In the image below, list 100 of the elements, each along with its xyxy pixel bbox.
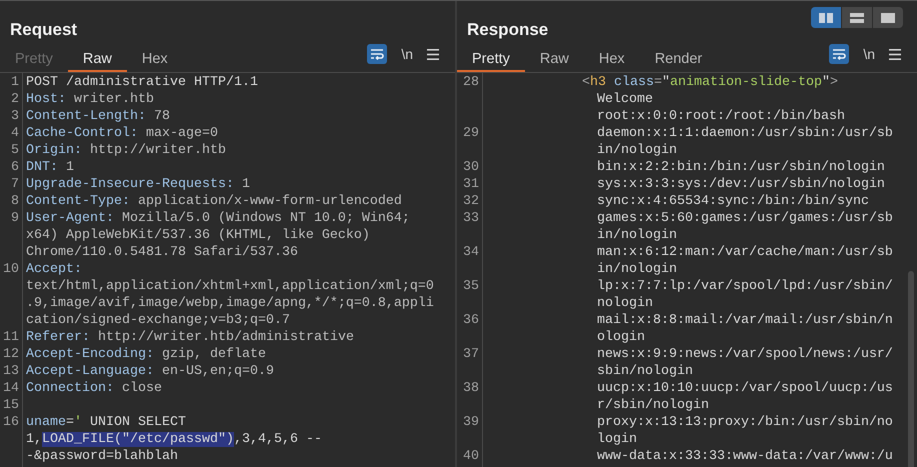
code-text: Accept-Language:: [26, 364, 154, 379]
code-text: ': [74, 415, 82, 430]
line-number: 30: [462, 159, 479, 176]
code-text: daemon:x:1:1:daemon:/usr/sbin:/usr/sb: [597, 126, 893, 141]
word-wrap-icon: [832, 48, 846, 60]
line-number: 12: [2, 346, 19, 363]
code-text: Chrome/110.0.5481.78 Safari/537.36: [26, 245, 298, 260]
line-number: 10: [2, 261, 19, 278]
code-text: Accept-Encoding:: [26, 347, 154, 362]
code-text: www-data:x:33:33:www-data:/var/www:/u: [597, 449, 893, 464]
line-number: 34: [462, 244, 479, 261]
code-text: http://writer.htb: [88, 143, 226, 158]
line-number: 9: [10, 210, 19, 227]
code-text: animation-slide-top: [670, 75, 822, 90]
line-number: 11: [2, 329, 19, 346]
line-number: 4: [10, 125, 19, 142]
code-text: lp:x:7:7:lp:/var/spool/lpd:/usr/sbin/: [597, 279, 893, 294]
code-text: DNT:: [26, 160, 58, 175]
line-number: 5: [10, 142, 19, 159]
code-text: =: [654, 75, 662, 90]
code-text: uname: [26, 415, 66, 430]
code-text: <: [582, 75, 590, 90]
code-text: class: [612, 75, 654, 90]
code-text: uucp:x:10:10:uucp:/var/spool/uucp:/us: [597, 381, 893, 396]
panel-title: Response: [467, 19, 548, 41]
line-number: 39: [462, 414, 479, 431]
line-number: 13: [2, 363, 19, 380]
code-text: text/html,application/xhtml+xml,application/xml;q=0: [26, 279, 434, 294]
line-number: 6: [10, 159, 19, 176]
menu-icon[interactable]: [427, 47, 441, 61]
code-text: in/nologin: [597, 143, 677, 158]
code-text: root:x:0:0:root:/root:/bin/bash: [597, 109, 845, 124]
code-text: writer.htb: [72, 92, 154, 107]
code-text: Mozilla/5.0 (Windows NT 10.0; Win64;: [120, 211, 410, 226]
code-text: gzip, deflate: [160, 347, 266, 362]
line-number: 16: [2, 414, 19, 431]
line-number: 36: [462, 312, 479, 329]
line-number: 7: [10, 176, 19, 193]
side-by-side-layout-icon: [819, 12, 833, 22]
line-number: 28: [462, 74, 479, 91]
tab[interactable]: Raw: [68, 47, 127, 72]
code-text: application/x-www-form-urlencoded: [136, 194, 402, 209]
line-number: 38: [462, 380, 479, 397]
single-pane-icon: [881, 12, 895, 22]
code-text: Origin:: [26, 143, 82, 158]
code-text: in/nologin: [597, 228, 677, 243]
code-text: 1: [64, 160, 74, 175]
code-text: =: [66, 415, 74, 430]
newline-toggle[interactable]: \n: [399, 44, 415, 64]
line-number: 29: [462, 125, 479, 142]
code-text: ,3,4,5,6 --: [234, 432, 322, 447]
line-number: 3: [10, 108, 19, 125]
menu-icon[interactable]: [889, 47, 903, 61]
code-text: sync:x:4:65534:sync:/bin:/bin/sync: [597, 194, 869, 209]
code-text: Cache-Control:: [26, 126, 138, 141]
code-text: nologin: [597, 296, 653, 311]
layout-toggle-button[interactable]: [842, 7, 872, 28]
word-wrap-toggle[interactable]: [367, 44, 388, 64]
line-number: 2: [10, 91, 19, 108]
stacked-layout-icon: [850, 12, 864, 22]
code-text: in/nologin: [597, 262, 677, 277]
code-text: UNION SELECT: [88, 415, 186, 430]
code-text: Referer:: [26, 330, 90, 345]
code-text: h3: [590, 75, 606, 90]
layout-toggle-button[interactable]: [873, 7, 903, 28]
code-text: games:x:5:60:games:/usr/games:/usr/sb: [597, 211, 893, 226]
layout-toggle-button[interactable]: [811, 7, 841, 28]
code-text: ": [662, 75, 670, 90]
line-number: 8: [10, 193, 19, 210]
code-text: proxy:x:13:13:proxy:/bin:/usr/sbin/no: [597, 415, 893, 430]
tab[interactable]: Hex: [584, 47, 640, 72]
tab[interactable]: Hex: [126, 47, 183, 72]
code-text: Content-Length:: [26, 109, 146, 124]
code-text: login: [597, 432, 637, 447]
tab[interactable]: Render: [640, 47, 718, 72]
word-wrap-toggle[interactable]: [829, 44, 850, 64]
line-number: 33: [462, 210, 479, 227]
line-number: 15: [2, 397, 19, 414]
code-text: -&password=blahblah: [26, 449, 178, 464]
code-text: news:x:9:9:news:/var/spool/news:/usr/: [597, 347, 893, 362]
code-text: >: [830, 75, 838, 90]
code-text: Host:: [26, 92, 66, 107]
tab[interactable]: Pretty: [457, 47, 525, 72]
newline-toggle[interactable]: \n: [861, 44, 877, 64]
line-number: 32: [462, 193, 479, 210]
code-text: Content-Type:: [26, 194, 130, 209]
code-text: Upgrade-Insecure-Requests:: [26, 177, 234, 192]
word-wrap-icon: [370, 48, 384, 60]
code-text: .9,image/avif,image/webp,image/apng,*/*;q=0.8,appli: [26, 296, 434, 311]
code-text: mail:x:8:8:mail:/var/mail:/usr/sbin/n: [597, 313, 893, 328]
line-number: 35: [462, 278, 479, 295]
code-text: Welcome: [597, 92, 653, 107]
code-text: x64) AppleWebKit/537.36 (KHTML, like Gecko): [26, 228, 370, 243]
code-text: Connection:: [26, 381, 114, 396]
code-text: close: [120, 381, 162, 396]
line-number: 37: [462, 346, 479, 363]
code-text: ologin: [597, 330, 645, 345]
code-text: User-Agent:: [26, 211, 114, 226]
code-text: 1,: [26, 432, 42, 447]
tab[interactable]: Raw: [524, 47, 584, 72]
